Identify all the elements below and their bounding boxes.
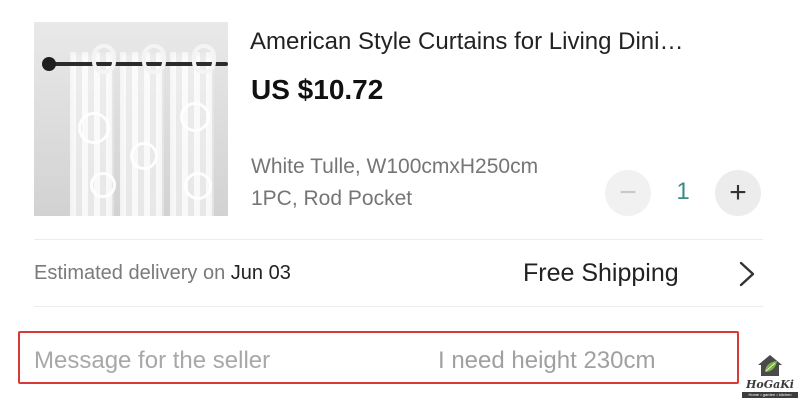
divider	[34, 306, 763, 307]
message-for-seller-input[interactable]: I need height 230cm	[438, 347, 656, 375]
quantity-decrease-button[interactable]: −	[605, 170, 651, 216]
product-image[interactable]	[34, 22, 228, 216]
curtain-pattern	[184, 172, 212, 200]
minus-icon: −	[619, 176, 637, 209]
curtain-pattern	[90, 172, 116, 198]
curtain-rod-finial	[42, 57, 56, 71]
product-price: US $10.72	[251, 74, 384, 105]
product-title[interactable]: American Style Curtains for Living Dini…	[250, 28, 770, 56]
curtain-grommet	[92, 44, 116, 74]
watermark-tagline: Home • garden • kitchen	[742, 392, 798, 398]
curtain-pattern	[130, 142, 158, 170]
curtain-panel	[120, 52, 164, 216]
product-variant-line2[interactable]: 1PC, Rod Pocket	[251, 187, 412, 211]
quantity-value: 1	[676, 178, 690, 205]
shipping-method[interactable]: Free Shipping	[523, 259, 679, 288]
curtain-pattern	[78, 112, 110, 144]
estimated-delivery: Estimated delivery on Jun 03	[34, 262, 291, 285]
quantity-increase-button[interactable]: +	[715, 170, 761, 216]
curtain-grommet	[192, 44, 216, 74]
estimated-delivery-date: Jun 03	[230, 262, 291, 284]
watermark-logo: HoGaKi Home • garden • kitchen	[742, 352, 798, 400]
curtain-grommet	[142, 44, 166, 74]
curtain-pattern	[180, 102, 210, 132]
message-for-seller-label: Message for the seller	[34, 347, 271, 374]
product-variant-line1[interactable]: White Tulle, W100cmxH250cm	[251, 155, 538, 179]
chevron-right-icon[interactable]	[734, 259, 758, 289]
watermark-brand: HoGaKi	[746, 378, 794, 391]
estimated-delivery-label: Estimated delivery on	[34, 262, 231, 284]
house-leaf-icon	[758, 355, 782, 376]
divider	[34, 239, 763, 240]
plus-icon: +	[729, 176, 747, 209]
